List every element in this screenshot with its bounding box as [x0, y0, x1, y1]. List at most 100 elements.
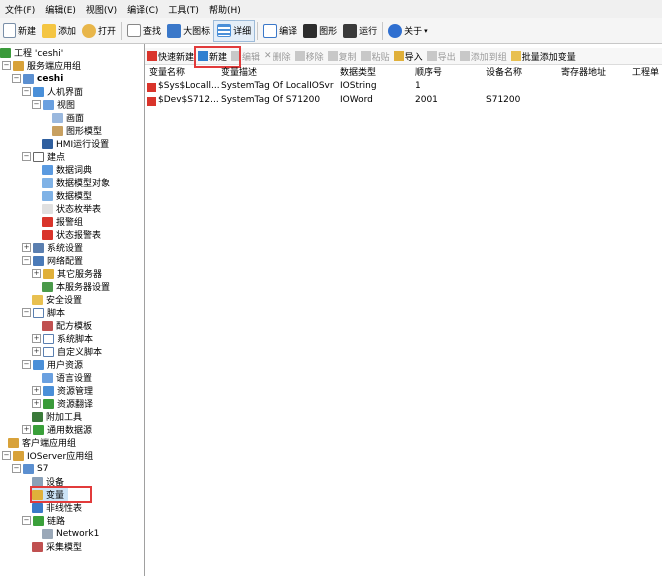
find-button[interactable]: 查找	[124, 20, 164, 42]
tree-item-ioserver-app-group[interactable]: − IOServer应用组	[2, 449, 93, 462]
run-button[interactable]: 运行	[340, 20, 380, 42]
cell-order: 2001	[415, 95, 438, 105]
collapse-icon[interactable]: −	[22, 516, 31, 525]
tree-item-other-servers[interactable]: + 其它服务器	[32, 267, 102, 280]
collapse-icon[interactable]: −	[2, 61, 11, 70]
tree-item-user-res[interactable]: − 用户资源	[22, 358, 83, 371]
add-button[interactable]: 添加	[39, 20, 79, 42]
collapse-icon[interactable]: −	[22, 87, 31, 96]
import-button[interactable]: 导入	[392, 49, 425, 63]
collapse-icon[interactable]: −	[32, 100, 41, 109]
local-server-icon	[42, 281, 53, 292]
about-button[interactable]: 关于 ▾	[385, 20, 431, 42]
add-to-group-button[interactable]: 添加到组	[458, 49, 509, 63]
expand-icon[interactable]: +	[32, 334, 41, 343]
quick-new-button[interactable]: 快速新建	[145, 49, 196, 63]
tree-item-addon-tools[interactable]: 附加工具	[32, 410, 82, 423]
table-row[interactable]: $Dev$S712... SystemTag Of S71200 IOWord …	[145, 95, 662, 109]
collapse-icon[interactable]: −	[22, 152, 31, 161]
tree-item-collect-model[interactable]: 采集模型	[32, 540, 82, 553]
table-row[interactable]: $Sys$Locall... SystemTag Of LocalIOSvr I…	[145, 81, 662, 95]
tree-item-alarm-group[interactable]: 报警组	[42, 215, 83, 228]
tree-item-ceshi[interactable]: − ceshi	[12, 72, 63, 85]
collapse-icon[interactable]: −	[22, 256, 31, 265]
tree-label: 服务端应用组	[27, 62, 82, 72]
tree-item-common-ds[interactable]: + 通用数据源	[22, 423, 92, 436]
tree-item-sys-script[interactable]: + 系统脚本	[32, 332, 93, 345]
collapse-icon[interactable]: −	[22, 308, 31, 317]
tree-label: 链路	[47, 517, 66, 527]
expand-icon[interactable]: +	[22, 425, 31, 434]
large-icon-button[interactable]: 大图标	[164, 20, 213, 42]
batch-add-button[interactable]: 批量添加变量	[509, 49, 578, 63]
tree-item-points[interactable]: − 建点	[22, 150, 65, 163]
tree-item-s7[interactable]: − S7	[12, 462, 48, 475]
collapse-icon[interactable]: −	[2, 451, 11, 460]
tree-item-state-enum[interactable]: 状态枚举表	[42, 202, 101, 215]
menu-tools[interactable]: 工具(T)	[163, 3, 204, 16]
grid-header: 变量名称 变量描述 数据类型 顺序号 设备名称 寄存器地址 工程单	[145, 65, 662, 79]
menu-help[interactable]: 帮助(H)	[204, 3, 246, 16]
paste-button[interactable]: 粘贴	[359, 49, 392, 63]
tree-item-view[interactable]: − 视图	[32, 98, 75, 111]
tree-item-data-dict[interactable]: 数据词典	[42, 163, 92, 176]
screen-icon	[52, 112, 63, 123]
tree-item-state-alarm[interactable]: 状态报警表	[42, 228, 101, 241]
new-button[interactable]: 新建	[0, 20, 39, 42]
tree-item-sys-settings[interactable]: + 系统设置	[22, 241, 83, 254]
collapse-icon[interactable]: −	[12, 74, 21, 83]
tree-item-security[interactable]: 安全设置	[32, 293, 82, 306]
tree-item-res-translate[interactable]: + 资源翻译	[32, 397, 93, 410]
expand-icon[interactable]: +	[32, 386, 41, 395]
column-header-order[interactable]: 顺序号	[415, 65, 485, 78]
tree-item-custom-script[interactable]: + 自定义脚本	[32, 345, 102, 358]
collapse-icon[interactable]: −	[12, 464, 21, 473]
tree-item-data-model-obj[interactable]: 数据模型对象	[42, 176, 110, 189]
column-header-unit[interactable]: 工程单	[632, 65, 662, 78]
dropdown-arrow-icon[interactable]: ▾	[424, 27, 428, 35]
export-button[interactable]: 导出	[425, 49, 458, 63]
tree-item-server-app-group[interactable]: − 服务端应用组	[2, 59, 81, 72]
app-group-icon	[8, 437, 19, 448]
delete-button[interactable]: ✕ 删除	[262, 49, 293, 63]
find-button-label: 查找	[143, 27, 162, 37]
compile-button[interactable]: 编译	[260, 20, 300, 42]
graphics-button[interactable]: 图形	[300, 20, 340, 42]
open-button[interactable]: 打开	[79, 20, 119, 42]
column-header-type[interactable]: 数据类型	[340, 65, 410, 78]
tree-item-hmi-settings[interactable]: HMI运行设置	[42, 137, 109, 150]
tree-item-link[interactable]: − 链路	[22, 514, 65, 527]
new-button-label: 新建	[18, 27, 37, 37]
compile-button-label: 编译	[279, 27, 298, 37]
menu-compile[interactable]: 编译(C)	[122, 3, 163, 16]
tree-item-graph-model[interactable]: 图形模型	[52, 124, 102, 137]
expand-icon[interactable]: +	[32, 347, 41, 356]
column-header-name[interactable]: 变量名称	[149, 65, 219, 78]
tree-item-screen[interactable]: 画面	[52, 111, 84, 124]
menu-file[interactable]: 文件(F)	[0, 3, 40, 16]
tree-item-network-config[interactable]: − 网络配置	[22, 254, 83, 267]
tree-item-data-model[interactable]: 数据模型	[42, 189, 92, 202]
menu-edit[interactable]: 编辑(E)	[40, 3, 81, 16]
expand-icon[interactable]: +	[32, 399, 41, 408]
tree-item-project[interactable]: 工程 'ceshi'	[0, 46, 63, 59]
tree-item-hmi[interactable]: − 人机界面	[22, 85, 83, 98]
column-header-register[interactable]: 寄存器地址	[561, 65, 631, 78]
menu-view[interactable]: 视图(V)	[81, 3, 122, 16]
tree-item-network1[interactable]: Network1	[42, 527, 99, 540]
expand-icon[interactable]: +	[22, 243, 31, 252]
tree-item-client-app-group[interactable]: 客户端应用组	[8, 436, 76, 449]
tree-item-recipe[interactable]: 配方模板	[42, 319, 92, 332]
tree-item-scripts[interactable]: − 脚本	[22, 306, 65, 319]
details-button[interactable]: 详细	[213, 19, 256, 42]
tree-item-local-server[interactable]: 本服务器设置	[42, 280, 110, 293]
copy-button[interactable]: 复制	[326, 49, 359, 63]
column-header-device[interactable]: 设备名称	[486, 65, 556, 78]
remove-button[interactable]: 移除	[293, 49, 326, 63]
toolbar-separator	[121, 21, 123, 40]
tree-item-res-mgmt[interactable]: + 资源管理	[32, 384, 93, 397]
expand-icon[interactable]: +	[32, 269, 41, 278]
collapse-icon[interactable]: −	[22, 360, 31, 369]
tree-item-lang-settings[interactable]: 语言设置	[42, 371, 92, 384]
column-header-desc[interactable]: 变量描述	[221, 65, 341, 78]
